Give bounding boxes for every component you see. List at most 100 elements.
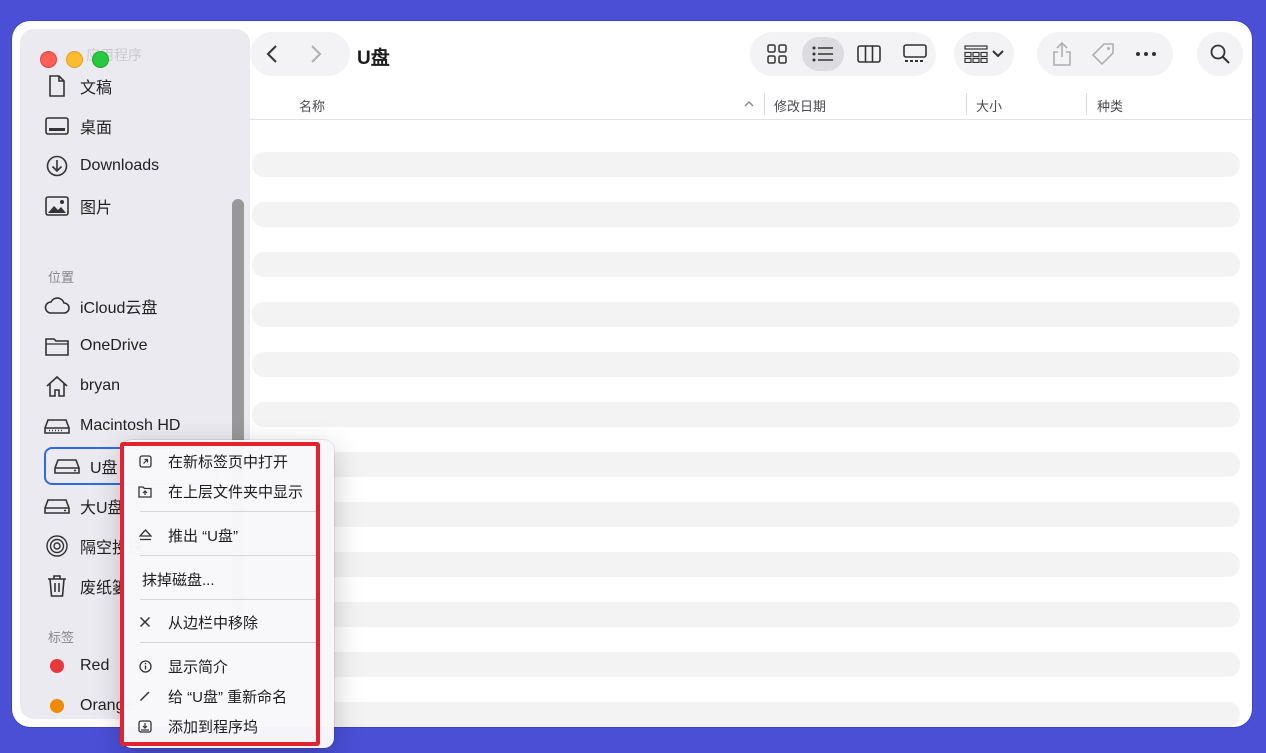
home-icon — [44, 373, 70, 399]
empty-row-stripe — [252, 402, 1240, 427]
sidebar-item-label: 大U盘 — [80, 500, 124, 517]
menu-item-add-to-dock[interactable]: 添加到程序坞 — [122, 712, 334, 740]
column-header-size[interactable]: 大小 — [976, 95, 1002, 115]
menu-item-rename[interactable]: 给 “U盘” 重新命名 — [122, 682, 334, 710]
column-divider[interactable] — [966, 93, 967, 115]
cloud-icon — [44, 293, 70, 319]
menu-item-label: 抹掉磁盘... — [142, 571, 215, 589]
airdrop-icon — [44, 533, 70, 559]
sidebar-item-home[interactable]: bryan — [44, 369, 216, 403]
window-controls — [40, 51, 109, 68]
group-by-button[interactable] — [954, 32, 1014, 76]
sidebar-item-label: 文稿 — [80, 80, 113, 97]
empty-row-stripe — [252, 602, 1240, 627]
empty-row-stripe — [252, 152, 1240, 177]
gallery-view-button[interactable] — [894, 37, 936, 71]
column-view-button[interactable] — [848, 37, 890, 71]
sidebar-item-icloud[interactable]: iCloud云盘 — [44, 289, 216, 323]
group-icon — [964, 45, 988, 63]
info-icon — [122, 659, 168, 673]
menu-item-label: 显示简介 — [168, 658, 229, 676]
empty-row-stripe — [252, 652, 1240, 677]
sidebar-item-label: iCloud云盘 — [80, 300, 158, 317]
close-window-button[interactable] — [40, 51, 57, 68]
sidebar-item-label: 废纸篓 — [80, 580, 129, 597]
sidebar-item-label: U盘 — [90, 460, 118, 477]
menu-item-show-in-enclosing-folder[interactable]: 在上层文件夹中显示 — [122, 477, 334, 505]
menu-separator — [140, 511, 316, 512]
folder-icon — [44, 333, 70, 359]
sidebar-section-tags: 标签 — [48, 630, 75, 645]
download-icon — [44, 153, 70, 179]
photo-icon — [44, 193, 70, 219]
tag-red-dot-icon — [44, 653, 70, 679]
sort-ascending-icon[interactable] — [744, 100, 754, 107]
sidebar-item-label: OneDrive — [80, 337, 148, 354]
rename-icon — [122, 690, 168, 702]
sidebar-item-label: Downloads — [80, 157, 160, 174]
new-tab-icon — [122, 454, 168, 468]
minimize-window-button[interactable] — [66, 51, 83, 68]
search-icon — [1210, 44, 1230, 64]
column-header-kind[interactable]: 种类 — [1097, 95, 1123, 115]
column-divider[interactable] — [764, 93, 765, 115]
sidebar-item-label: Red — [80, 657, 110, 674]
column-header-date[interactable]: 修改日期 — [774, 95, 826, 115]
menu-item-remove-from-sidebar[interactable]: 从边栏中移除 — [122, 608, 334, 636]
list-icon — [812, 46, 833, 62]
external-disk-icon — [54, 453, 80, 479]
remove-icon — [122, 616, 168, 628]
enclosing-folder-icon — [122, 485, 168, 498]
tag-icon[interactable] — [1091, 42, 1115, 66]
sidebar-section-locations: 位置 — [48, 270, 75, 285]
forward-button[interactable] — [294, 32, 338, 76]
empty-row-stripe — [252, 502, 1240, 527]
empty-row-stripe — [252, 202, 1240, 227]
menu-item-label: 在新标签页中打开 — [168, 453, 289, 471]
more-icon[interactable] — [1135, 51, 1157, 57]
sidebar-item-label: Macintosh HD — [80, 417, 181, 434]
menu-item-open-new-tab[interactable]: 在新标签页中打开 — [122, 447, 334, 475]
back-button[interactable] — [250, 32, 294, 76]
chevron-down-icon — [992, 50, 1004, 58]
column-header-name[interactable]: 名称 — [299, 95, 325, 115]
sidebar-item-desktop[interactable]: 桌面 — [44, 109, 216, 143]
desktop-icon — [44, 113, 70, 139]
sidebar-item-downloads[interactable]: Downloads — [44, 149, 216, 183]
view-mode-group — [750, 32, 936, 76]
menu-item-erase-disk[interactable]: 抹掉磁盘... — [122, 565, 334, 593]
menu-item-label: 添加到程序坞 — [168, 718, 259, 736]
sidebar-item-onedrive[interactable]: OneDrive — [44, 329, 216, 363]
sidebar-item-label: 桌面 — [80, 120, 113, 137]
tag-orange-dot-icon — [44, 693, 70, 719]
columns-icon — [857, 45, 881, 63]
external-disk-icon — [44, 493, 70, 519]
sidebar-item-pictures[interactable]: 图片 — [44, 189, 216, 223]
sidebar-item-macintosh-hd[interactable]: Macintosh HD — [44, 409, 216, 443]
chevron-right-icon — [311, 45, 322, 63]
disk-icon — [44, 413, 70, 439]
empty-row-stripe — [252, 352, 1240, 377]
action-group — [1037, 32, 1173, 76]
menu-item-eject[interactable]: 推出 “U盘” — [122, 521, 334, 549]
trash-icon — [44, 573, 70, 599]
empty-row-stripe — [252, 452, 1240, 477]
empty-row-stripe — [252, 552, 1240, 577]
grid-icon — [767, 44, 787, 64]
share-icon[interactable] — [1053, 42, 1071, 66]
menu-item-label: 推出 “U盘” — [168, 527, 238, 545]
menu-item-get-info[interactable]: 显示简介 — [122, 652, 334, 680]
zoom-window-button[interactable] — [92, 51, 109, 68]
icon-view-button[interactable] — [756, 37, 798, 71]
search-button[interactable] — [1197, 32, 1243, 76]
column-divider[interactable] — [1086, 93, 1087, 115]
menu-item-label: 给 “U盘” 重新命名 — [168, 688, 288, 706]
dock-icon — [122, 719, 168, 733]
navigation-group — [250, 32, 350, 76]
list-view-button[interactable] — [802, 37, 844, 71]
eject-icon — [122, 529, 168, 541]
menu-separator — [140, 642, 316, 643]
menu-separator — [140, 555, 316, 556]
sidebar-item-documents[interactable]: 文稿 — [44, 69, 216, 103]
sidebar-item-label: 图片 — [80, 200, 113, 217]
